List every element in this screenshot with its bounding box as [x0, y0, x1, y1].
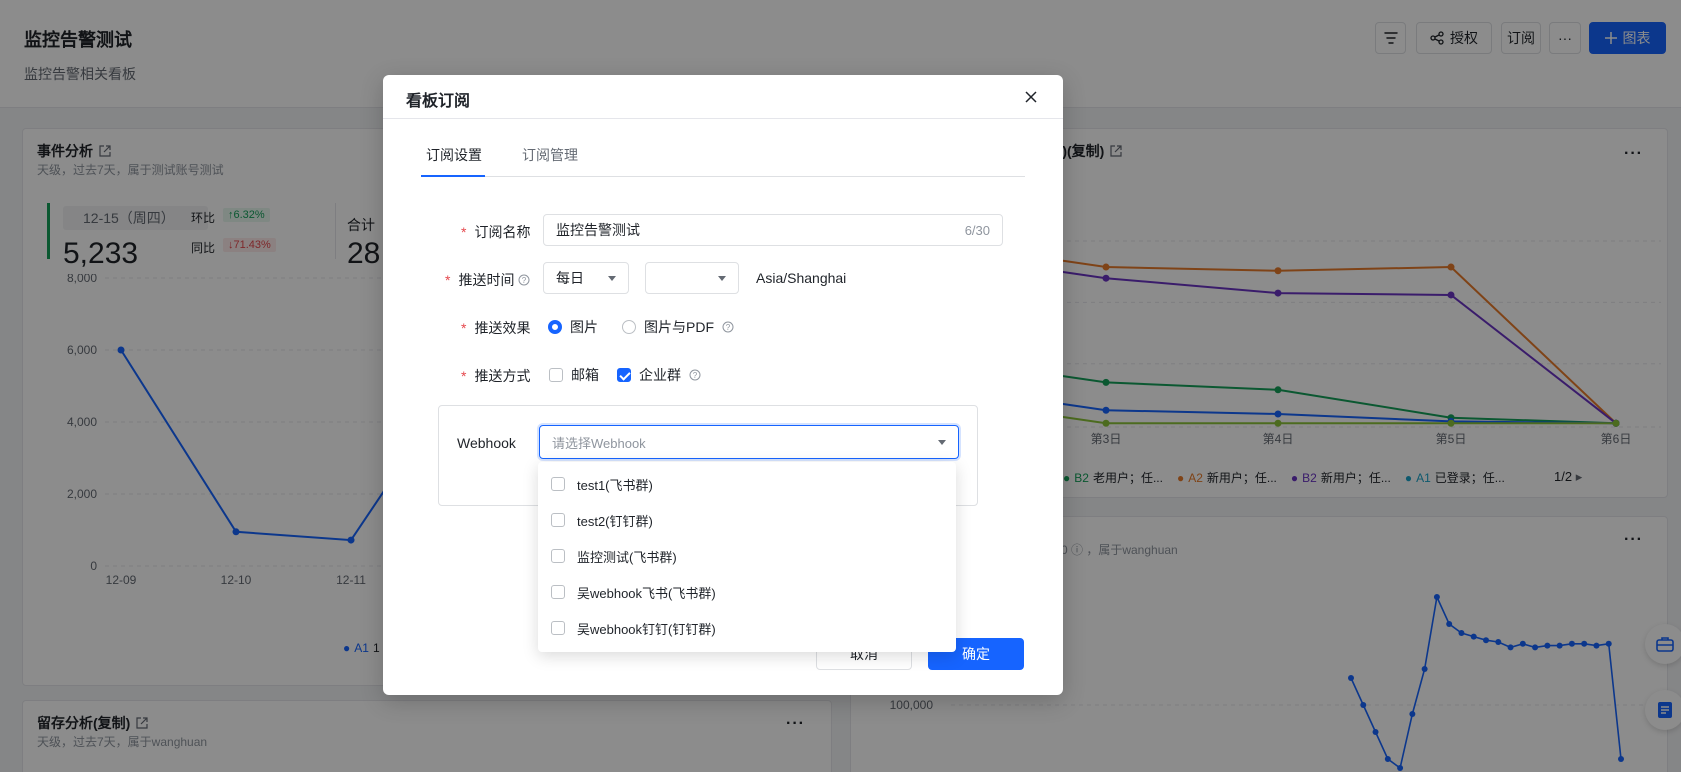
option-label: 吴webhook飞书(飞书群)	[577, 585, 716, 601]
checkbox-unchecked[interactable]	[551, 513, 565, 527]
chevron-down-icon	[938, 439, 946, 445]
radio-checked	[548, 320, 562, 334]
subscription-name-input[interactable]: 监控告警测试 6/30	[543, 214, 1003, 246]
help-icon[interactable]: ?	[518, 274, 530, 286]
webhook-option[interactable]: 监控测试(飞书群)	[538, 538, 956, 574]
frequency-value: 每日	[556, 270, 584, 286]
name-label: * 订阅名称	[461, 224, 531, 240]
method-checkbox-group[interactable]: 企业群 ?	[617, 365, 701, 385]
option-label: test1(飞书群)	[577, 477, 653, 493]
radio-unchecked	[622, 320, 636, 334]
subscription-name-value: 监控告警测试	[556, 222, 640, 238]
radio-label: 图片与PDF	[644, 319, 714, 335]
svg-text:?: ?	[522, 276, 527, 285]
effect-radio-image[interactable]: 图片	[548, 317, 598, 337]
webhook-label: Webhook	[457, 435, 516, 451]
modal-header: 看板订阅	[383, 75, 1063, 119]
checkbox-label: 邮箱	[571, 367, 599, 383]
modal-tabs: 订阅设置 订阅管理	[421, 135, 1025, 177]
checkbox-label: 企业群	[639, 367, 681, 383]
webhook-option[interactable]: test2(钉钉群)	[538, 502, 956, 538]
chevron-down-icon	[718, 275, 726, 281]
webhook-option[interactable]: 吴webhook钉钉(钉钉群)	[538, 610, 956, 646]
close-icon[interactable]	[1023, 89, 1039, 105]
tab-subscription-management[interactable]: 订阅管理	[522, 145, 578, 165]
webhook-dropdown: test1(飞书群) test2(钉钉群) 监控测试(飞书群) 吴webhook…	[538, 462, 956, 652]
webhook-placeholder: 请选择Webhook	[552, 435, 646, 451]
checkbox-unchecked[interactable]	[551, 621, 565, 635]
modal-title: 看板订阅	[406, 93, 471, 110]
radio-label: 图片	[570, 319, 598, 335]
help-icon[interactable]: ?	[722, 321, 734, 333]
char-count: 6/30	[964, 222, 990, 238]
chevron-down-icon	[608, 275, 616, 281]
webhook-option[interactable]: test1(飞书群)	[538, 466, 956, 502]
checkbox-unchecked	[549, 368, 563, 382]
help-icon[interactable]: ?	[689, 369, 701, 381]
checkbox-unchecked[interactable]	[551, 477, 565, 491]
method-label: * 推送方式	[461, 368, 531, 384]
effect-radio-image-pdf[interactable]: 图片与PDF ?	[622, 317, 734, 337]
option-label: 吴webhook钉钉(钉钉群)	[577, 621, 716, 637]
time-label: * 推送时间 ?	[445, 270, 530, 290]
checkbox-unchecked[interactable]	[551, 585, 565, 599]
option-label: 监控测试(飞书群)	[577, 549, 677, 565]
svg-text:?: ?	[693, 371, 698, 380]
option-label: test2(钉钉群)	[577, 513, 653, 529]
checkbox-checked	[617, 368, 631, 382]
frequency-select[interactable]: 每日	[543, 262, 629, 294]
webhook-select[interactable]: 请选择Webhook	[539, 425, 959, 459]
webhook-option[interactable]: 吴webhook飞书(飞书群)	[538, 574, 956, 610]
timezone-text: Asia/Shanghai	[756, 270, 847, 286]
effect-label: * 推送效果	[461, 320, 531, 336]
checkbox-unchecked[interactable]	[551, 549, 565, 563]
svg-text:?: ?	[726, 323, 731, 332]
time-slot-select[interactable]	[645, 262, 739, 294]
method-checkbox-email[interactable]: 邮箱	[549, 365, 599, 385]
tab-subscription-settings[interactable]: 订阅设置	[426, 145, 482, 165]
active-tab-indicator	[421, 175, 485, 177]
